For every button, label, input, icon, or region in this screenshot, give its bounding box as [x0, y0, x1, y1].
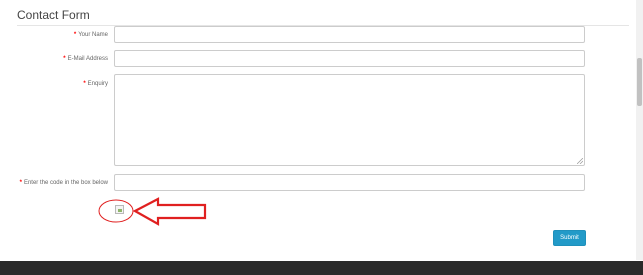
email-label-text: E-Mail Address: [67, 56, 108, 62]
email-label: * E-Mail Address: [3, 55, 108, 64]
required-marker: *: [83, 81, 86, 87]
captcha-label: * Enter the code in the box below: [3, 179, 108, 188]
form-legend: Contact Form: [17, 8, 90, 22]
email-input[interactable]: [114, 50, 585, 67]
captcha-label-text: Enter the code in the box below: [23, 180, 108, 186]
captcha-input[interactable]: [114, 174, 585, 191]
name-label-text: Your Name: [78, 32, 108, 38]
submit-button[interactable]: Submit: [553, 230, 586, 246]
scrollbar-thumb[interactable]: [637, 58, 642, 106]
required-marker: *: [19, 180, 22, 186]
resize-grip-icon[interactable]: [577, 158, 583, 164]
page-scrollbar[interactable]: [636, 0, 643, 260]
enquiry-textarea[interactable]: [114, 74, 585, 166]
broken-image-icon: [115, 205, 124, 214]
enquiry-label: * Enquiry: [3, 80, 108, 89]
required-marker: *: [63, 56, 66, 62]
required-marker: *: [73, 32, 77, 38]
name-label: * Your Name: [3, 31, 108, 40]
enquiry-label-text: Enquiry: [87, 81, 108, 87]
footer-bar: [0, 261, 643, 275]
left-arrow-icon: [132, 197, 207, 226]
name-input[interactable]: [114, 26, 585, 43]
